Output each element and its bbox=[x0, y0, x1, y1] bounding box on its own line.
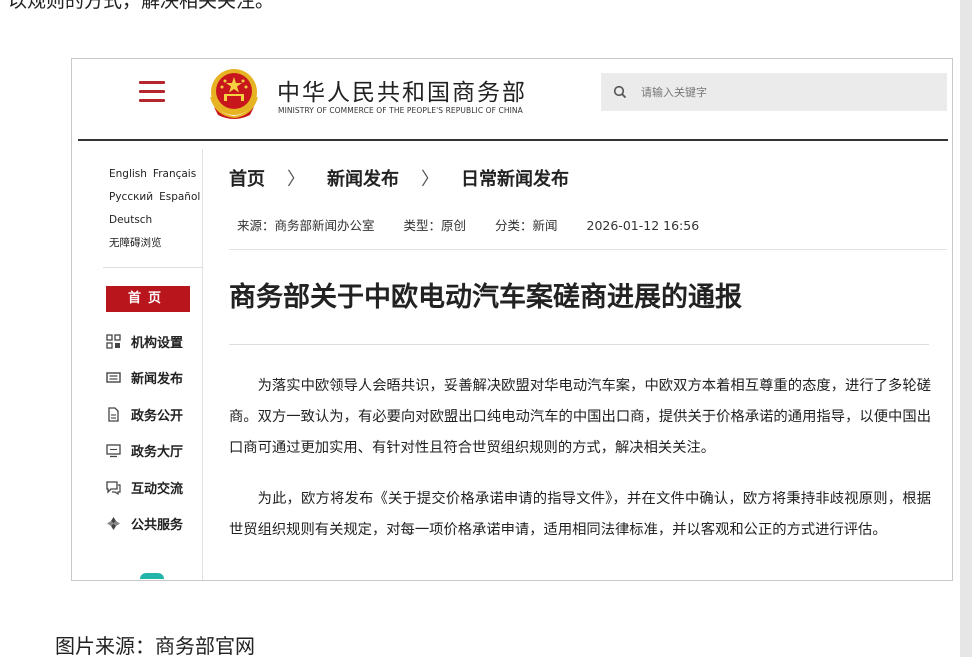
lang-german[interactable]: Deutsch bbox=[109, 214, 152, 226]
ministry-name-cn: 中华人民共和国商务部 bbox=[277, 80, 527, 106]
meta-category: 分类：新闻 bbox=[495, 218, 558, 233]
sidebar-item-interaction[interactable]: 互动交流 bbox=[106, 469, 183, 506]
search-input[interactable] bbox=[639, 84, 923, 100]
breadcrumb-news[interactable]: 新闻发布 bbox=[327, 165, 399, 191]
sidebar-nav: 机构设置 新闻发布 政务公开 政务大厅 互动交流 公共服务 bbox=[106, 323, 183, 542]
article-meta: 来源：商务部新闻办公室 类型：原创 分类：新闻 2026-01-12 16:56 bbox=[237, 215, 724, 234]
monitor-icon bbox=[106, 444, 121, 458]
meta-type: 类型：原创 bbox=[403, 218, 467, 233]
sidebar-item-label: 新闻发布 bbox=[131, 372, 184, 388]
chevron-right-icon: 〉 bbox=[287, 169, 305, 190]
lang-spanish[interactable]: Español bbox=[159, 191, 200, 203]
floating-widget-tab[interactable] bbox=[140, 573, 164, 579]
chat-icon bbox=[106, 481, 121, 495]
lang-russian[interactable]: Русский bbox=[109, 191, 153, 203]
sidebar-divider bbox=[103, 267, 203, 268]
meta-datetime: 2026-01-12 16:56 bbox=[586, 218, 700, 233]
article-title: 商务部关于中欧电动汽车案磋商进展的通报 bbox=[229, 282, 742, 313]
article-paragraph: 为落实中欧领导人会晤共识，妥善解决欧盟对华电动汽车案，中欧双方本着相互尊重的态度… bbox=[229, 378, 931, 456]
header-divider bbox=[78, 139, 948, 141]
sidebar-item-government-affairs[interactable]: 政务公开 bbox=[106, 396, 183, 433]
page-scrollbar[interactable] bbox=[960, 0, 972, 657]
article-paragraph: 为此，欧方将发布《关于提交价格承诺申请的指导文件》，并在文件中确认，欧方将秉持非… bbox=[229, 491, 931, 538]
lang-english[interactable]: English bbox=[109, 168, 147, 180]
sidebar-item-label: 互动交流 bbox=[131, 481, 184, 497]
menu-icon[interactable] bbox=[139, 81, 165, 103]
search-icon[interactable] bbox=[613, 85, 627, 99]
sidebar-item-label: 公共服务 bbox=[131, 518, 184, 534]
title-divider bbox=[229, 344, 929, 345]
sidebar-border bbox=[202, 149, 203, 580]
breadcrumb-home[interactable]: 首页 bbox=[229, 165, 265, 191]
article-body: 为落实中欧领导人会晤共识，妥善解决欧盟对华电动汽车案，中欧双方本着相互尊重的态度… bbox=[229, 371, 931, 566]
lang-french[interactable]: Français bbox=[153, 168, 196, 180]
national-emblem-icon bbox=[210, 69, 258, 119]
breadcrumb-daily-news[interactable]: 日常新闻发布 bbox=[461, 165, 569, 191]
sidebar-item-organization[interactable]: 机构设置 bbox=[106, 323, 183, 360]
previous-paragraph-tail: 以规则的方式，解决相关关注。 bbox=[8, 0, 275, 12]
language-links: English Français Русский Español Deutsch 无… bbox=[109, 163, 206, 255]
sidebar-item-label: 政务公开 bbox=[131, 408, 184, 424]
sidebar-item-label: 政务大厅 bbox=[131, 445, 184, 461]
search-box[interactable] bbox=[601, 73, 947, 111]
sidebar-item-service-hall[interactable]: 政务大厅 bbox=[106, 433, 183, 470]
meta-divider bbox=[229, 249, 947, 250]
newspaper-icon bbox=[106, 372, 121, 383]
meta-source: 来源：商务部新闻办公室 bbox=[237, 218, 375, 233]
sidebar-item-label: 机构设置 bbox=[131, 335, 184, 351]
ministry-name-en: MINISTRY OF COMMERCE OF THE PEOPLE'S REP… bbox=[278, 106, 523, 115]
image-caption: 图片来源：商务部官网 bbox=[55, 634, 255, 658]
document-icon bbox=[108, 407, 119, 422]
service-icon bbox=[107, 517, 120, 531]
org-grid-icon bbox=[106, 334, 121, 349]
sidebar-item-news[interactable]: 新闻发布 bbox=[106, 360, 183, 397]
sidebar-item-public-service[interactable]: 公共服务 bbox=[106, 506, 183, 543]
screenshot-frame: 中华人民共和国商务部 MINISTRY OF COMMERCE OF THE P… bbox=[71, 58, 953, 581]
sidebar-home-button[interactable]: 首页 bbox=[106, 286, 190, 312]
breadcrumb: 首页 〉 新闻发布 〉 日常新闻发布 bbox=[229, 165, 569, 191]
chevron-right-icon: 〉 bbox=[421, 169, 439, 190]
accessibility-link[interactable]: 无障碍浏览 bbox=[109, 237, 162, 249]
